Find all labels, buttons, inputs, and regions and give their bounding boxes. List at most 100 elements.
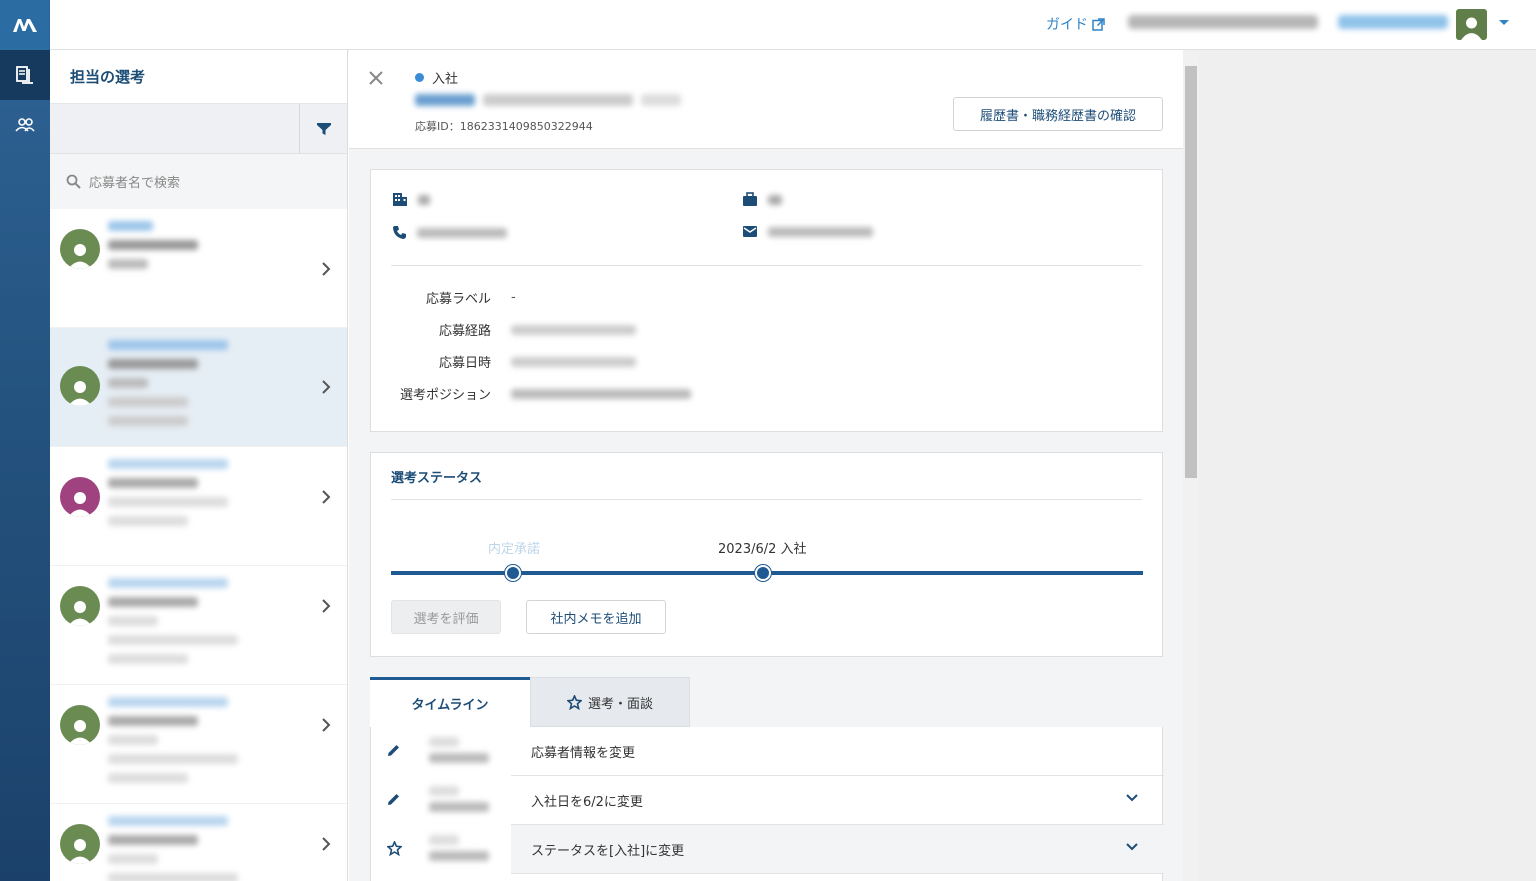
field-label: 選考ポジション [399,388,491,403]
building-icon [393,193,407,206]
field-value-redacted [511,388,691,399]
chevron-down-icon[interactable] [1126,843,1138,851]
chevron-right-icon [322,837,331,851]
field-label: 応募経路 [438,324,491,339]
list-item[interactable] [50,685,347,804]
tab-interview[interactable]: 選考・面談 [530,677,690,727]
guide-link[interactable]: ガイド [1046,14,1105,34]
logo-icon [13,19,37,32]
top-header: ガイド [50,0,1536,50]
phone-icon [393,226,406,239]
evaluate-button[interactable]: 選考を評価 [391,600,501,634]
application-id: 応募ID：1862331409850322944 [415,120,593,133]
actor-redacted [429,737,499,772]
profile-card: 応募ラベル - 応募経路 応募日時 選考ポジション [370,169,1163,432]
timeline-item[interactable]: 入社日を6/2に変更 [371,776,1164,825]
person-icon [68,839,92,864]
user-avatar[interactable] [1456,9,1487,40]
search-placeholder[interactable]: 応募者名で検索 [89,172,180,191]
timeline-item[interactable]: ステータスを[入社]に変更 [371,825,1164,874]
field-value: - [511,290,516,305]
filter-icon [316,123,331,135]
person-icon [68,601,92,626]
detail-header: 入社 応募ID：1862331409850322944 履歴書・職務経歴書の確認 [349,50,1183,149]
chevron-down-icon[interactable] [1126,794,1138,802]
filter-button[interactable] [299,104,347,154]
tab-timeline-label[interactable]: タイムライン [411,694,488,713]
candidate-info-redacted [108,816,246,881]
field-position-row: 選考ポジション [371,384,691,403]
candidate-search[interactable]: 応募者名で検索 [50,154,347,209]
field-label-row: 応募ラベル - [371,288,516,307]
timeline-list: 応募者情報を変更 入社日を6/2に変更 ステータスを[入社]に変更 [370,727,1164,881]
divider [391,265,1142,266]
tab-interview-label[interactable]: 選考・面談 [588,693,653,712]
candidate-detail-panel: 入社 応募ID：1862331409850322944 履歴書・職務経歴書の確認 [349,50,1183,881]
person-icon [68,492,92,517]
status-dot [415,73,424,82]
selection-icon [16,66,33,84]
list-item[interactable] [50,328,347,447]
avatar [60,824,100,864]
tab-timeline[interactable]: タイムライン [370,677,530,727]
status-indicator: 入社 [415,68,458,87]
edit-icon [388,745,399,756]
list-item[interactable] [50,566,347,685]
company-item [392,192,430,207]
timeline-text: ステータスを[入社]に変更 [511,825,1164,874]
user-name-redacted[interactable] [1338,15,1448,29]
person-icon [68,244,92,269]
avatar [60,366,100,406]
field-value-redacted [511,356,636,367]
list-item[interactable] [50,209,347,328]
field-value-redacted [511,324,636,335]
selection-status-card: 選考ステータス 内定承諾 2023/6/2 入社 選考を評価 社内メモを追加 [370,452,1163,657]
candidate-info-redacted [108,459,246,535]
detail-tabs: タイムライン 選考・面談 [370,677,1163,727]
stage-node-current[interactable] [755,565,771,581]
selection-status-title: 選考ステータス [391,471,483,486]
detail-scrollbar[interactable] [1183,50,1199,881]
avatar [60,705,100,745]
dropdown-caret-icon[interactable] [1498,19,1510,27]
stage-node[interactable] [505,565,521,581]
field-date-row: 応募日時 [371,352,636,371]
app-logo[interactable] [0,0,50,50]
nav-users[interactable] [0,100,50,150]
filter-bar [50,104,347,154]
briefcase-icon [743,192,757,206]
edit-icon [388,794,399,805]
scrollbar-thumb[interactable] [1185,66,1197,478]
chevron-right-icon [322,380,331,394]
company-name-redacted [1128,15,1318,29]
resume-button[interactable]: 履歴書・職務経歴書の確認 [953,97,1163,131]
stage-label-previous: 内定承諾 [488,542,541,557]
chevron-right-icon [322,262,331,276]
external-link-icon [1092,17,1105,31]
timeline-text: 応募者情報を変更 [511,727,1164,776]
email-item [742,225,873,238]
actor-redacted [429,835,499,870]
avatar [60,586,100,626]
stage-label-current: 2023/6/2 入社 [718,542,807,557]
status-label: 入社 [432,72,459,87]
field-route-row: 応募経路 [371,320,636,339]
list-item[interactable] [50,804,347,881]
close-icon[interactable] [368,70,384,86]
chevron-right-icon [322,599,331,613]
empty-area [1199,50,1536,881]
add-memo-button[interactable]: 社内メモを追加 [526,600,666,634]
nav-selection[interactable] [0,50,50,100]
guide-label[interactable]: ガイド [1046,14,1088,34]
person-icon [1461,17,1482,40]
star-icon [566,694,582,710]
chevron-right-icon [322,718,331,732]
candidate-info-redacted [108,697,246,792]
timeline-item[interactable]: 応募者情報を変更 [371,727,1164,776]
divider [391,499,1142,500]
job-item [742,192,782,207]
list-title: 担当の選考 [50,50,347,104]
list-item[interactable] [50,447,347,566]
field-label: 応募ラベル [425,292,491,307]
star-icon [387,841,402,856]
